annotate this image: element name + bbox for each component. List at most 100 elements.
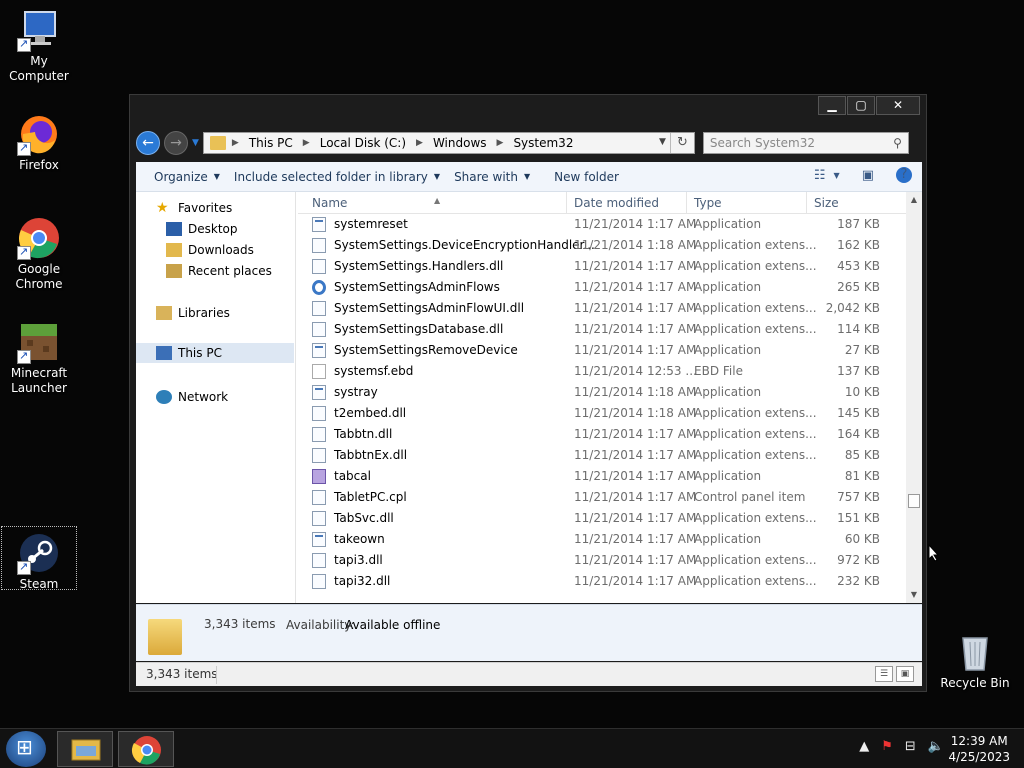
desktop-folder-icon xyxy=(166,222,182,236)
file-size: 10 KB xyxy=(844,385,880,399)
file-name: TabbtnEx.dll xyxy=(334,448,408,462)
tablet-icon xyxy=(312,469,326,484)
table-row[interactable]: SystemSettings.DeviceEncryptionHandler..… xyxy=(298,235,906,256)
close-button[interactable]: ✕ xyxy=(876,96,920,115)
table-row[interactable]: TabbtnEx.dll 11/21/2014 1:17 AM Applicatio… xyxy=(298,445,906,466)
table-row[interactable]: tapi32.dll 11/21/2014 1:17 AM Application … xyxy=(298,571,906,592)
file-name: tapi3.dll xyxy=(334,553,383,567)
column-divider[interactable] xyxy=(806,192,807,214)
action-center-flag-icon[interactable]: ⚑ xyxy=(881,739,893,754)
back-button[interactable]: ← xyxy=(136,131,160,155)
file-name: tabcal xyxy=(334,469,371,483)
desktop-icon-my-computer[interactable]: My Computer xyxy=(0,8,78,84)
table-row[interactable]: TabletPC.cpl 11/21/2014 1:17 AM Control pa… xyxy=(298,487,906,508)
nav-item-downloads[interactable]: Downloads xyxy=(166,243,254,257)
table-row[interactable]: systemreset 11/21/2014 1:17 AM Application… xyxy=(298,214,906,235)
view-options-dropdown-icon[interactable]: ▼ xyxy=(834,171,840,180)
breadcrumb-this-pc[interactable]: This PC xyxy=(249,136,293,150)
forward-button[interactable]: → xyxy=(164,131,188,155)
table-row[interactable]: SystemSettingsDatabase.dll 11/21/2014 1:1… xyxy=(298,319,906,340)
network-status-icon[interactable]: ⊟ xyxy=(905,739,916,754)
breadcrumb-system32[interactable]: System32 xyxy=(513,136,573,150)
table-row[interactable]: t2embed.dll 11/21/2014 1:18 AM Application… xyxy=(298,403,906,424)
file-date-modified: 11/21/2014 1:17 AM xyxy=(574,322,697,336)
breadcrumb-separator-icon[interactable]: ▶ xyxy=(497,138,504,148)
nav-item-desktop[interactable]: Desktop xyxy=(166,222,238,236)
breadcrumb-windows[interactable]: Windows xyxy=(433,136,487,150)
preview-pane-icon[interactable]: ▣ xyxy=(862,168,874,183)
file-size: 151 KB xyxy=(837,511,880,525)
nav-item-network[interactable]: Network xyxy=(156,390,228,404)
shortcut-arrow-icon xyxy=(17,36,31,52)
organize-menu[interactable]: Organize ▼ xyxy=(154,170,220,184)
table-row[interactable]: takeown 11/21/2014 1:17 AM Application 60 K… xyxy=(298,529,906,550)
table-row[interactable]: SystemSettingsAdminFlows 11/21/2014 1:17 … xyxy=(298,277,906,298)
table-row[interactable]: SystemSettings.Handlers.dll 11/21/2014 1:… xyxy=(298,256,906,277)
taskbar-file-explorer[interactable] xyxy=(57,731,113,767)
dll-file-icon xyxy=(312,406,326,421)
address-bar[interactable]: ▶ This PC ▶ Local Disk (C:) ▶ Windows ▶ … xyxy=(202,132,695,154)
change-view-icon[interactable]: ☷ xyxy=(814,168,826,183)
large-icons-view-icon[interactable]: ▣ xyxy=(896,666,914,682)
column-header-date[interactable]: Date modified xyxy=(574,196,659,210)
details-view-icon[interactable]: ☰ xyxy=(875,666,893,682)
breadcrumb-local-disk[interactable]: Local Disk (C:) xyxy=(320,136,406,150)
nav-item-libraries[interactable]: Libraries xyxy=(156,306,230,320)
breadcrumb-separator-icon[interactable]: ▶ xyxy=(303,138,310,148)
address-history-dropdown[interactable]: ▼ xyxy=(659,137,666,147)
refresh-icon[interactable]: ↻ xyxy=(669,133,694,153)
maximize-button[interactable]: ▢ xyxy=(847,96,875,115)
nav-item-favorites[interactable]: ★ Favorites xyxy=(156,201,232,215)
new-folder-button[interactable]: New folder xyxy=(554,170,619,184)
column-header-type[interactable]: Type xyxy=(694,196,722,210)
scroll-down-icon[interactable]: ▼ xyxy=(906,587,922,603)
file-name: Tabbtn.dll xyxy=(334,427,393,441)
share-with-menu[interactable]: Share with ▼ xyxy=(454,170,530,184)
desktop-icon-minecraft-launcher[interactable]: Minecraft Launcher xyxy=(0,320,78,396)
breadcrumb-separator-icon[interactable]: ▶ xyxy=(416,138,423,148)
desktop-icon-steam[interactable]: Steam xyxy=(1,526,77,591)
start-button[interactable] xyxy=(6,731,46,767)
help-icon[interactable]: ? xyxy=(896,167,912,183)
file-date-modified: 11/21/2014 1:18 AM xyxy=(574,406,697,420)
nav-this-pc-label: This PC xyxy=(178,346,222,360)
clock[interactable]: 12:39 AM 4/25/2023 xyxy=(948,733,1010,765)
include-in-library-menu[interactable]: Include selected folder in library ▼ xyxy=(234,170,440,184)
nav-item-recent-places[interactable]: Recent places xyxy=(166,264,272,278)
table-row[interactable]: systray 11/21/2014 1:18 AM Application 10 K… xyxy=(298,382,906,403)
column-header-name[interactable]: Name xyxy=(312,196,347,210)
column-divider[interactable] xyxy=(686,192,687,214)
table-row[interactable]: SystemSettingsAdminFlowUI.dll 11/21/2014 … xyxy=(298,298,906,319)
nav-recent-label: Recent places xyxy=(188,264,272,278)
desktop-icon-recycle-bin[interactable]: Recycle Bin xyxy=(936,630,1014,691)
volume-muted-icon[interactable]: 🔈 xyxy=(928,739,944,754)
search-icon[interactable]: ⚲ xyxy=(893,133,902,153)
scrollbar-thumb[interactable] xyxy=(908,494,920,508)
table-row[interactable]: tabcal 11/21/2014 1:17 AM Application 81 KB xyxy=(298,466,906,487)
desktop-icon-google-chrome[interactable]: Google Chrome xyxy=(0,216,78,292)
file-name: SystemSettingsRemoveDevice xyxy=(334,343,518,357)
nav-downloads-label: Downloads xyxy=(188,243,254,257)
search-input[interactable]: Search System32 ⚲ xyxy=(702,132,909,154)
file-date-modified: 11/21/2014 1:17 AM xyxy=(574,490,697,504)
minimize-button[interactable]: ▁ xyxy=(818,96,846,115)
table-row[interactable]: TabSvc.dll 11/21/2014 1:17 AM Application … xyxy=(298,508,906,529)
mouse-cursor xyxy=(928,544,940,562)
file-type: Application xyxy=(694,385,762,399)
desktop-icon-firefox[interactable]: Firefox xyxy=(0,112,78,173)
taskbar-chrome[interactable] xyxy=(118,731,174,767)
table-row[interactable]: tapi3.dll 11/21/2014 1:17 AM Application e… xyxy=(298,550,906,571)
file-type: Application extens... xyxy=(694,322,817,336)
nav-item-this-pc[interactable]: This PC xyxy=(136,343,294,363)
desktop-icon-label: Minecraft Launcher xyxy=(10,366,68,395)
table-row[interactable]: systemsf.ebd 11/21/2014 12:53 ... EBD File… xyxy=(298,361,906,382)
scroll-up-icon[interactable]: ▲ xyxy=(906,192,922,208)
vertical-scrollbar[interactable]: ▲ ▼ xyxy=(906,192,922,603)
table-row[interactable]: SystemSettingsRemoveDevice 11/21/2014 1:1… xyxy=(298,340,906,361)
recent-locations-dropdown[interactable]: ▼ xyxy=(192,138,199,148)
show-hidden-icons-icon[interactable]: ▲ xyxy=(859,739,869,754)
table-row[interactable]: Tabbtn.dll 11/21/2014 1:17 AM Application … xyxy=(298,424,906,445)
column-divider[interactable] xyxy=(566,192,567,214)
dll-file-icon xyxy=(312,448,326,463)
column-header-size[interactable]: Size xyxy=(814,196,839,210)
